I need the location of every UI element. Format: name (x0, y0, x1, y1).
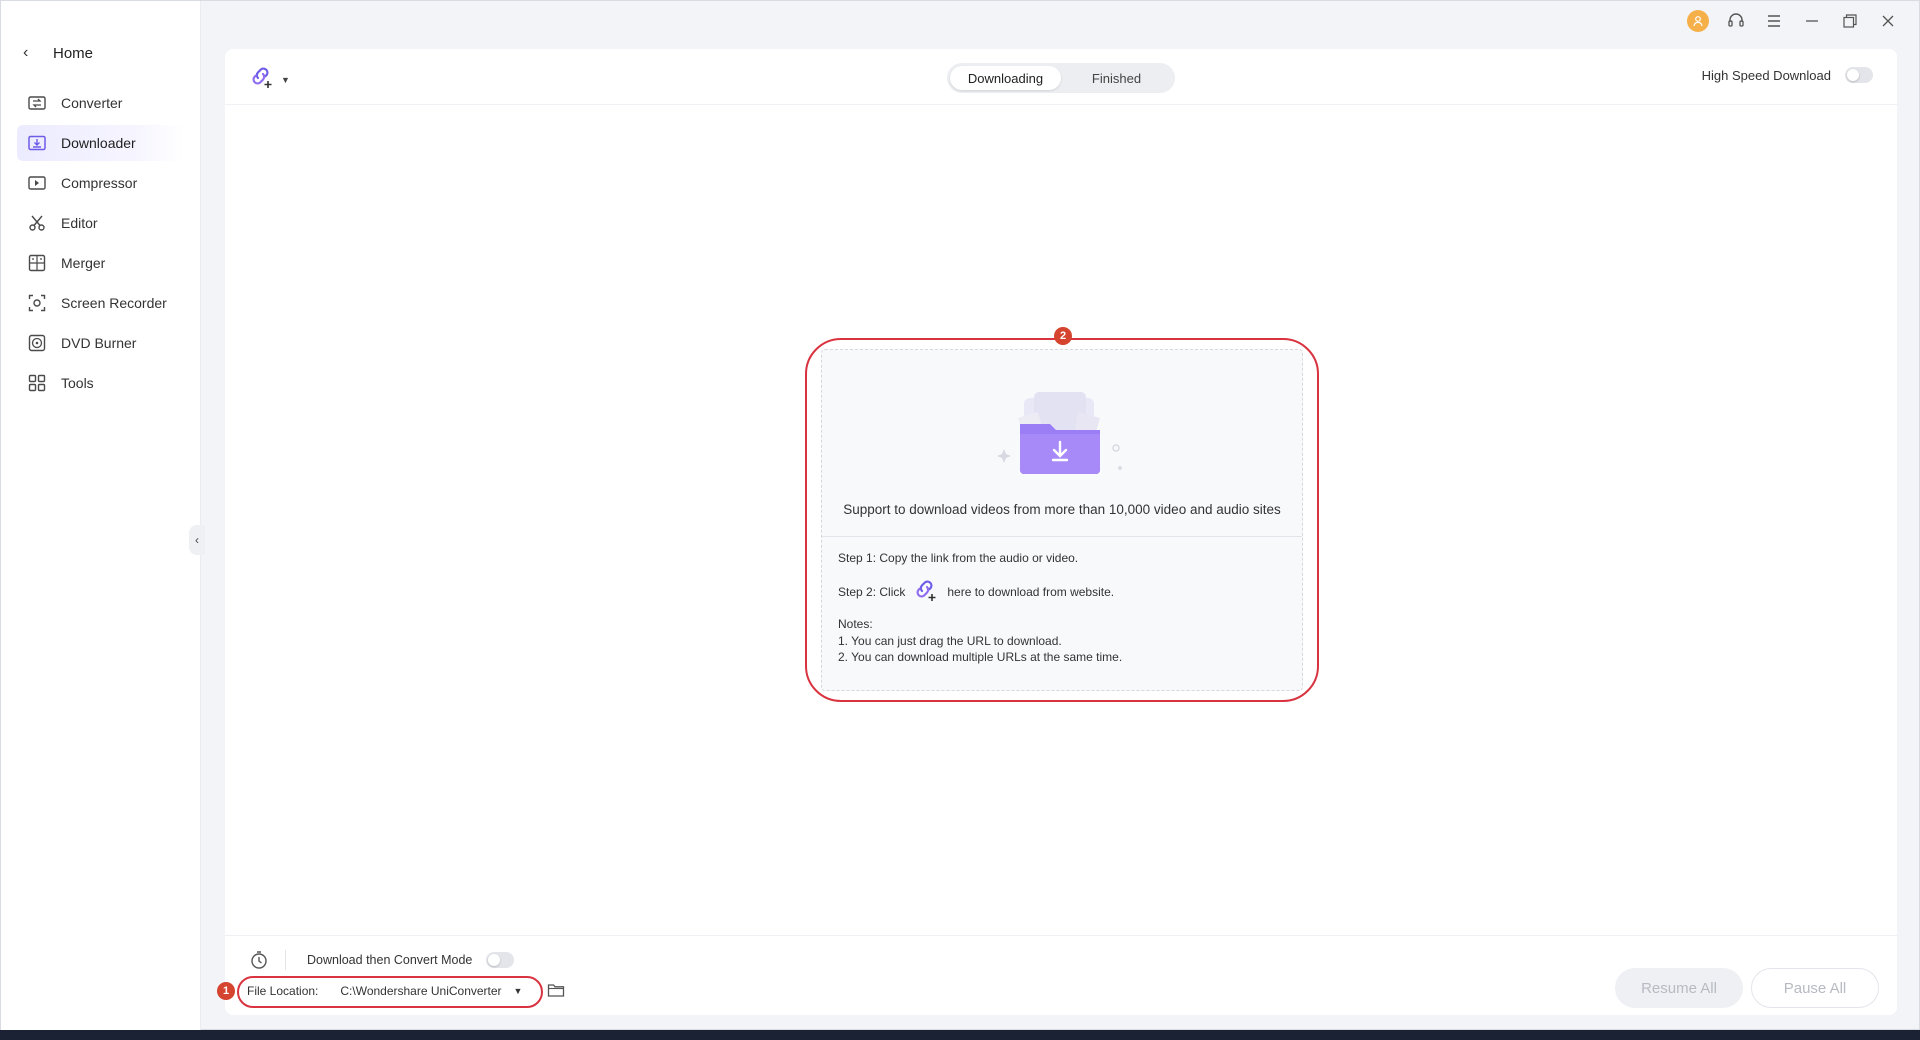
high-speed-download-label: High Speed Download (1701, 67, 1831, 83)
convert-mode: Download then Convert Mode (307, 952, 515, 968)
convert-mode-toggle[interactable] (486, 952, 515, 968)
home-button[interactable]: ‹ Home (23, 39, 93, 67)
sidebar-item-label: DVD Burner (61, 335, 137, 351)
menu-icon[interactable] (1763, 10, 1785, 32)
tab-finished[interactable]: Finished (1061, 66, 1172, 90)
file-location: File Location: C:\Wondershare UniConvert… (247, 979, 528, 1003)
convert-mode-label: Download then Convert Mode (307, 953, 473, 967)
sidebar-item-label: Converter (61, 95, 123, 111)
sidebar-item-label: Merger (61, 255, 106, 271)
sidebar-item-dvd-burner[interactable]: DVD Burner (17, 325, 185, 361)
note-2: 2. You can download multiple URLs at the… (838, 649, 1123, 664)
sidebar-item-downloader[interactable]: Downloader (17, 125, 185, 161)
scissors-icon (27, 213, 47, 233)
converter-icon (27, 93, 47, 113)
downloader-toolbar: ▼ Downloading Finished High Speed Downlo… (225, 49, 1897, 105)
sidebar: ‹ Home Converter Downloader Compressor E… (1, 1, 205, 1031)
sidebar-item-label: Editor (61, 215, 98, 231)
annotation-badge-1: 1 (217, 982, 235, 1000)
high-speed-download-toggle[interactable] (1845, 67, 1873, 83)
sidebar-item-label: Compressor (61, 175, 138, 191)
toolbar-divider (285, 950, 286, 970)
high-speed-download: High Speed Download (1702, 67, 1873, 83)
open-folder-icon[interactable] (547, 982, 565, 1000)
support-headset-icon[interactable] (1725, 10, 1747, 32)
minimize-icon[interactable] (1801, 10, 1823, 32)
file-location-select[interactable]: C:\Wondershare UniConverter ▼ (332, 979, 528, 1003)
sidebar-item-compressor[interactable]: Compressor (17, 165, 185, 201)
chevron-down-icon[interactable]: ▼ (281, 75, 290, 85)
sidebar-item-converter[interactable]: Converter (17, 85, 185, 121)
empty-state-card[interactable]: Support to download videos from more tha… (821, 349, 1303, 691)
step-2-prefix: Step 2: Click (838, 585, 906, 600)
pause-all-button[interactable]: Pause All (1751, 968, 1879, 1008)
tab-downloading[interactable]: Downloading (950, 66, 1061, 90)
restore-icon[interactable] (1839, 10, 1861, 32)
sidebar-item-screen-recorder[interactable]: Screen Recorder (17, 285, 185, 321)
merger-icon (27, 253, 47, 273)
note-1: 1. You can just drag the URL to download… (838, 633, 1062, 648)
dvd-icon (27, 333, 47, 353)
account-button[interactable] (1687, 10, 1709, 32)
sidebar-nav: Converter Downloader Compressor Editor M… (17, 85, 185, 405)
screen-recorder-icon (27, 293, 47, 313)
add-link-icon (249, 65, 275, 94)
close-icon[interactable] (1877, 10, 1899, 32)
download-folder-illustration (997, 392, 1122, 474)
app-window: ‹ Home Converter Downloader Compressor E… (0, 0, 1920, 1031)
compressor-icon (27, 173, 47, 193)
os-taskbar (0, 1030, 1920, 1040)
sidebar-item-label: Screen Recorder (61, 295, 167, 311)
annotation-badge-2: 2 (1054, 327, 1072, 345)
step-2-suffix: here to download from website. (947, 585, 1115, 600)
add-link-icon[interactable] (913, 578, 939, 606)
bottom-bar: Download then Convert Mode 1 File Locati… (217, 935, 1897, 1015)
card-divider (822, 536, 1302, 537)
downloader-icon (27, 133, 47, 153)
avatar-icon (1687, 10, 1709, 32)
download-status-tabs: Downloading Finished (947, 63, 1175, 93)
sidebar-collapse-button[interactable]: ‹ (189, 525, 205, 555)
support-text: Support to download videos from more tha… (843, 502, 1281, 517)
file-location-label: File Location: (247, 984, 319, 998)
sidebar-item-label: Tools (61, 375, 94, 391)
chevron-left-icon: ‹ (23, 44, 29, 61)
file-location-value: C:\Wondershare UniConverter (340, 984, 502, 998)
chevron-left-icon: ‹ (195, 533, 199, 547)
add-url-button[interactable]: ▼ (249, 65, 290, 94)
schedule-timer-icon[interactable] (249, 950, 269, 970)
downloader-panel: ▼ Downloading Finished High Speed Downlo… (217, 49, 1897, 1015)
instructions: Step 1: Copy the link from the audio or … (838, 550, 1122, 665)
title-bar-controls (1687, 9, 1899, 33)
sidebar-item-label: Downloader (61, 135, 136, 151)
chevron-down-icon: ▼ (513, 986, 523, 996)
sidebar-item-tools[interactable]: Tools (17, 365, 185, 401)
sidebar-item-editor[interactable]: Editor (17, 205, 185, 241)
step-1-text: Step 1: Copy the link from the audio or … (838, 551, 1079, 565)
resume-all-button[interactable]: Resume All (1615, 968, 1743, 1008)
step-2-row: Step 2: Click here to download from webs… (838, 578, 1122, 606)
tools-grid-icon (27, 373, 47, 393)
notes-title: Notes: (838, 617, 873, 632)
sidebar-item-merger[interactable]: Merger (17, 245, 185, 281)
home-label: Home (53, 44, 94, 62)
